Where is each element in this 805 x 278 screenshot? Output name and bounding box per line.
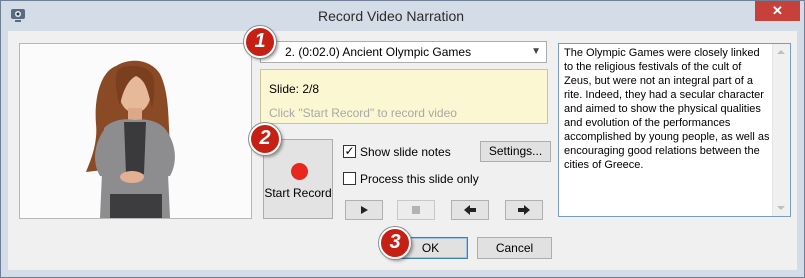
show-slide-notes-label[interactable]: Show slide notes [360, 145, 451, 159]
record-dot-icon [291, 163, 308, 180]
process-this-slide-only-checkbox[interactable] [343, 172, 356, 185]
callout-badge-3: 3 [379, 227, 411, 259]
scroll-up-icon[interactable] [777, 50, 785, 54]
slide-info-panel: Slide: 2/8 Click "Start Record" to recor… [260, 69, 548, 124]
slide-notes-text: The Olympic Games were closely linked to… [564, 47, 770, 171]
title-bar[interactable]: Record Video Narration ✕ [1, 1, 804, 31]
slide-notes-textarea[interactable]: The Olympic Games were closely linked to… [558, 43, 791, 217]
start-record-label: Start Record [264, 186, 332, 200]
slide-dropdown-value: 2. (0:02.0) Ancient Olympic Games [285, 45, 472, 59]
presenter-video-image [20, 44, 251, 218]
record-hint: Click "Start Record" to record video [269, 106, 457, 120]
settings-button[interactable]: Settings... [480, 141, 551, 162]
stop-button[interactable] [397, 200, 435, 220]
slide-dropdown[interactable]: 2. (0:02.0) Ancient Olympic Games ▼ [260, 41, 547, 63]
close-icon: ✕ [772, 3, 783, 18]
checkmark-icon: ✓ [344, 144, 355, 158]
callout-badge-1: 1 [244, 26, 276, 58]
chevron-down-icon: ▼ [531, 46, 541, 57]
previous-button[interactable] [451, 200, 489, 220]
cancel-button[interactable]: Cancel [477, 237, 552, 259]
window-title: Record Video Narration [317, 8, 465, 24]
previous-arrow-icon [464, 205, 476, 215]
record-video-narration-dialog: Record Video Narration ✕ 2. (0:02.0) Anc… [0, 0, 805, 278]
show-slide-notes-checkbox[interactable]: ✓ [343, 145, 356, 158]
close-button[interactable]: ✕ [755, 1, 800, 21]
stop-icon [412, 206, 420, 214]
next-arrow-icon [518, 205, 530, 215]
notes-scrollbar[interactable] [772, 44, 790, 216]
callout-badge-2: 2 [249, 123, 281, 155]
play-button[interactable] [345, 200, 383, 220]
slide-counter: Slide: 2/8 [269, 82, 320, 96]
scroll-down-icon[interactable] [777, 206, 785, 210]
video-preview [19, 43, 252, 219]
process-this-slide-only-label[interactable]: Process this slide only [360, 172, 479, 186]
play-icon [361, 206, 368, 214]
next-button[interactable] [505, 200, 543, 220]
